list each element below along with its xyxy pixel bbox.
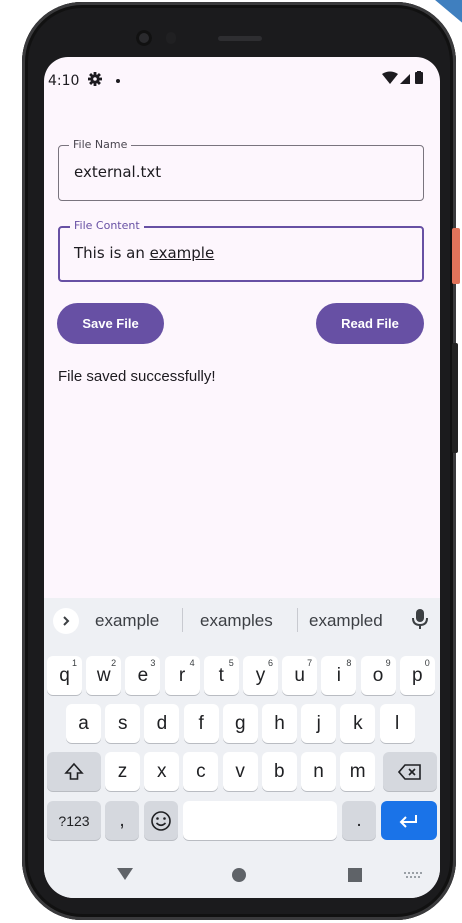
key-b[interactable]: b [261,752,297,791]
key-h[interactable]: h [262,704,297,743]
file-name-field[interactable]: File Name external.txt [58,138,424,201]
front-camera [136,30,152,46]
keyboard-hide-icon[interactable] [403,871,423,881]
key-k[interactable]: k [340,704,376,743]
key-g[interactable]: g [222,704,258,743]
backspace-icon [398,763,421,780]
recents-square-icon[interactable] [347,867,363,883]
key-letter: o [372,664,384,686]
file-name-value: external.txt [74,163,162,181]
divider [297,608,298,632]
file-content-value: This is an example [74,244,214,262]
soft-keyboard: example examples exampled q1w2e3r4t5y6u7… [44,598,440,843]
expand-toolbar-button[interactable] [53,608,79,634]
file-content-field[interactable]: File Content This is an example [58,219,424,282]
space-key[interactable] [183,801,337,840]
key-r[interactable]: r4 [164,656,200,695]
file-content-composing-word: example [149,244,215,262]
volume-button [452,343,458,453]
key-letter: t [218,664,224,686]
status-message: File saved successfully! [58,368,216,385]
key-number-hint: 7 [307,658,313,668]
key-p[interactable]: p0 [399,656,435,695]
key-m[interactable]: m [340,752,376,791]
comma-key[interactable]: , [105,801,139,840]
earpiece-speaker [218,36,262,41]
key-o[interactable]: o9 [360,656,396,695]
key-w[interactable]: w2 [86,656,122,695]
key-letter: e [137,664,149,686]
signal-icon [400,74,410,84]
file-content-label: File Content [70,219,144,233]
period-key[interactable]: . [342,801,376,840]
enter-key[interactable] [381,801,437,840]
key-letter: y [255,664,266,686]
key-letter: p [412,664,423,686]
key-number-hint: 8 [346,658,352,668]
status-icons [382,71,423,84]
settings-gear-icon [88,72,102,86]
key-i[interactable]: i8 [321,656,357,695]
key-q[interactable]: q1 [47,656,82,695]
key-a[interactable]: a [66,704,101,743]
key-f[interactable]: f [183,704,219,743]
key-e[interactable]: e3 [125,656,161,695]
key-l[interactable]: l [379,704,415,743]
key-number-hint: 3 [150,658,156,668]
shift-key[interactable] [47,752,101,791]
sensor [166,32,176,44]
key-c[interactable]: c [183,752,219,791]
key-letter: q [59,664,70,686]
wifi-icon [382,71,398,84]
enter-icon [399,814,417,828]
key-j[interactable]: j [301,704,337,743]
suggestion-1[interactable]: example [95,611,159,631]
key-letter: w [96,664,111,686]
power-button [452,228,460,284]
key-number-hint: 0 [424,658,430,668]
key-number-hint: 5 [228,658,234,668]
emoji-key[interactable] [144,801,178,840]
home-circle-icon[interactable] [231,867,247,883]
key-x[interactable]: x [144,752,180,791]
suggestion-3[interactable]: exampled [309,611,383,631]
shift-icon [64,762,84,780]
status-time: 4:10 [48,73,80,89]
suggestion-2[interactable]: examples [200,611,273,631]
key-number-hint: 1 [71,658,77,668]
save-file-button[interactable]: Save File [57,303,164,344]
key-number-hint: 9 [385,658,391,668]
screen: 4:10 File Name external.txt File Content… [44,57,440,898]
suggestion-bar: example examples exampled [44,598,440,642]
microphone-icon[interactable] [412,608,428,630]
chevron-right-icon [63,616,70,626]
divider [182,608,183,632]
notification-dot-icon [116,79,120,83]
key-u[interactable]: u7 [282,656,318,695]
battery-icon [415,72,423,84]
file-content-text: This is an [74,244,150,262]
back-triangle-icon[interactable] [116,867,134,881]
key-letter: i [336,664,341,686]
key-number-hint: 6 [267,658,273,668]
read-file-button[interactable]: Read File [316,303,424,344]
key-v[interactable]: v [222,752,258,791]
key-y[interactable]: y6 [243,656,278,695]
emoji-icon [151,810,171,831]
key-n[interactable]: n [301,752,336,791]
key-number-hint: 4 [189,658,195,668]
key-letter: r [178,664,186,686]
symbols-key[interactable]: ?123 [47,801,101,840]
key-letter: u [294,664,305,686]
file-name-label: File Name [69,138,132,152]
key-d[interactable]: d [144,704,180,743]
key-s[interactable]: s [105,704,141,743]
key-z[interactable]: z [105,752,140,791]
navigation-bar [44,843,440,898]
key-number-hint: 2 [111,658,117,668]
key-t[interactable]: t5 [203,656,239,695]
backspace-key[interactable] [383,752,437,791]
